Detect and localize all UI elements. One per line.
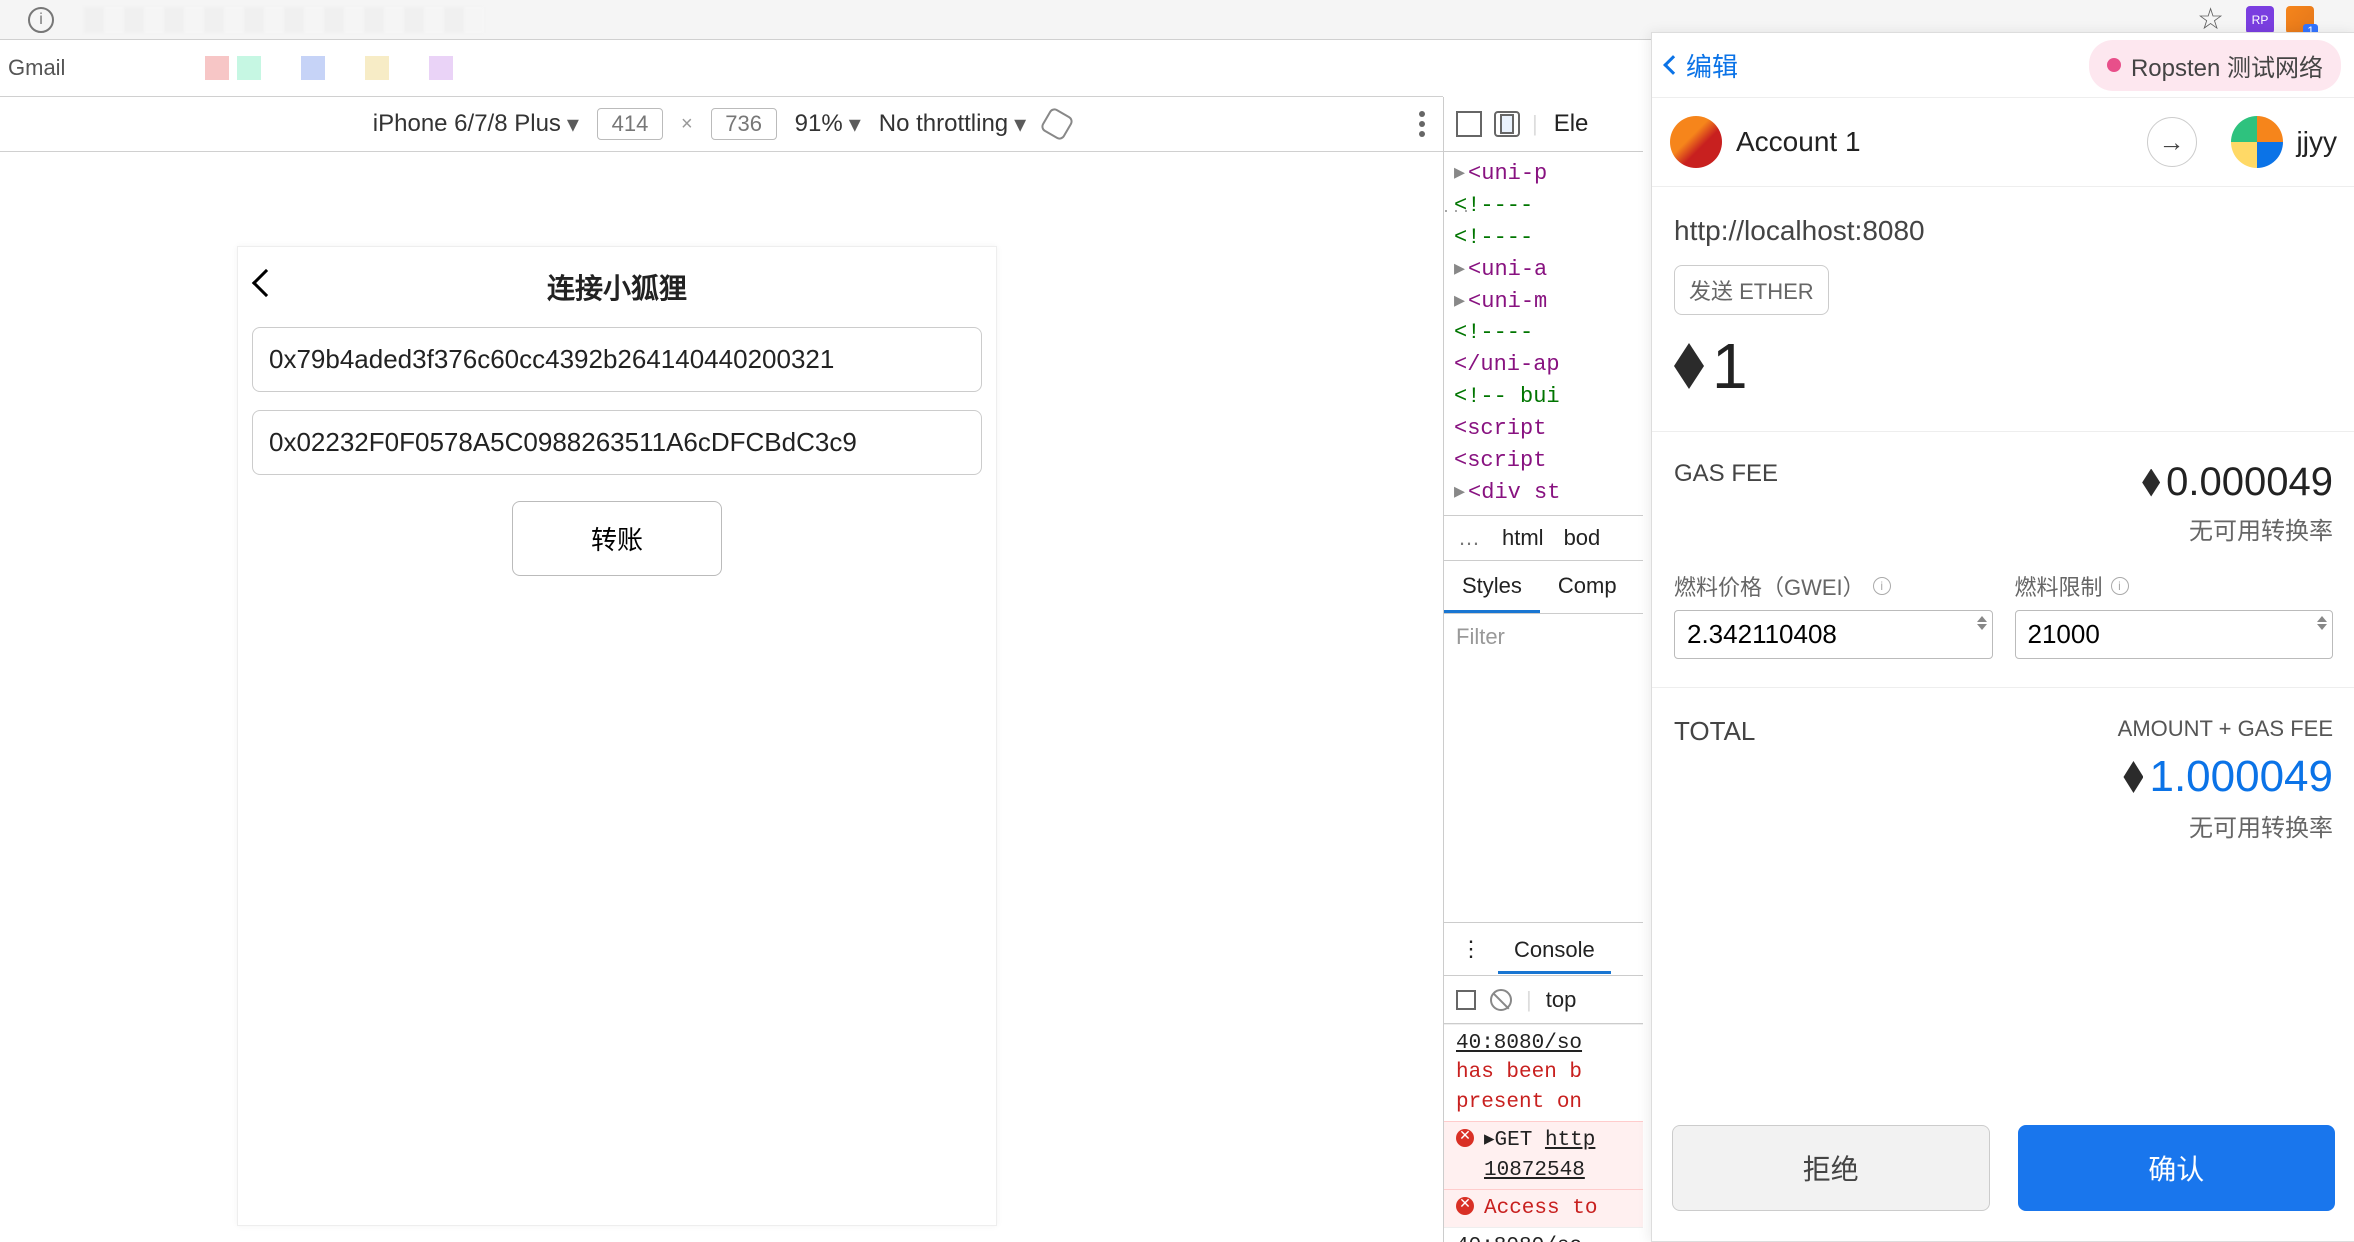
dom-breadcrumb[interactable]: … html bod	[1444, 515, 1643, 561]
gas-limit-input[interactable]	[2015, 610, 2334, 659]
device-toolbar-menu[interactable]	[1419, 111, 1425, 137]
total-label: TOTAL	[1674, 716, 1755, 747]
total-rate: 无可用转换率	[2118, 808, 2333, 843]
info-icon[interactable]: i	[2111, 577, 2129, 595]
mm-header: 编辑 Ropsten 测试网络	[1652, 33, 2354, 97]
reject-button[interactable]: 拒绝	[1672, 1125, 1990, 1211]
tab-console[interactable]: Console	[1498, 925, 1611, 974]
device-toolbar: iPhone 6/7/8 Plus × 91% No throttling	[0, 96, 1443, 152]
confirm-button[interactable]: 确认	[2018, 1125, 2336, 1211]
from-avatar	[1670, 116, 1722, 168]
device-mode-icon[interactable]	[1494, 111, 1520, 137]
rotate-icon[interactable]	[1039, 106, 1075, 142]
dom-tree[interactable]: <uni-p <!---- <!---- <uni-a <uni-m <!---…	[1444, 152, 1643, 515]
tab-computed[interactable]: Comp	[1540, 561, 1635, 613]
gas-fee-label: GAS FEE	[1674, 460, 1778, 488]
console-row: 40:8080/so has been b present on	[1444, 1024, 1643, 1121]
zoom-select[interactable]: 91%	[795, 110, 861, 139]
info-icon[interactable]: i	[1873, 577, 1891, 595]
amount-plus-fee-label: AMOUNT + GAS FEE	[2118, 716, 2333, 742]
gas-price-input[interactable]	[1674, 610, 1993, 659]
styles-tabs: Styles Comp	[1444, 561, 1643, 613]
height-input[interactable]	[711, 108, 777, 140]
page-title: 连接小狐狸	[547, 267, 687, 307]
account-row: Account 1 → jjyy	[1652, 97, 2354, 187]
clear-console-icon[interactable]	[1490, 989, 1512, 1011]
gas-price-stepper[interactable]	[1977, 616, 1987, 630]
eth-icon	[2142, 469, 2160, 497]
to-account-name: jjyy	[2297, 126, 2337, 158]
address-field-2[interactable]: 0x02232F0F0578A5C0988263511A6cDFCBdC3c9	[252, 410, 982, 475]
app-header: 连接小狐狸	[238, 247, 996, 327]
network-pill[interactable]: Ropsten 测试网络	[2089, 40, 2341, 91]
console-row: ✕ Access to	[1444, 1189, 1643, 1227]
throttling-select[interactable]: No throttling	[879, 110, 1026, 139]
total-section: TOTAL AMOUNT + GAS FEE 1.000049 无可用转换率	[1652, 687, 2354, 871]
gas-price-label: 燃料价格（GWEI） i	[1674, 570, 1993, 602]
address-bar-obscured[interactable]	[84, 7, 484, 33]
eth-icon	[1674, 343, 1704, 389]
gas-section: GAS FEE 0.000049 无可用转换率 燃料价格（GWEI） i	[1652, 431, 2354, 687]
info-icon[interactable]: i	[28, 7, 54, 33]
panel-resize-handle[interactable]: ···	[1443, 200, 1465, 221]
app-body: 0x79b4aded3f376c60cc4392b264140440200321…	[238, 327, 996, 576]
chevron-left-icon	[1663, 55, 1683, 75]
device-select[interactable]: iPhone 6/7/8 Plus	[373, 110, 579, 139]
console-menu[interactable]: ⋮	[1444, 936, 1498, 962]
console-play-icon[interactable]	[1456, 990, 1476, 1010]
devtools-top-bar: | Ele	[1444, 97, 1643, 152]
gas-limit-label: 燃料限制 i	[2015, 570, 2334, 602]
console-messages: 40:8080/so has been b present on ✕ ▸GET …	[1444, 1024, 1643, 1242]
send-amount-value: 1	[1712, 329, 1748, 403]
inspect-icon[interactable]	[1456, 111, 1482, 137]
bookmark-gmail[interactable]: Gmail	[8, 55, 65, 81]
preview-stage: 连接小狐狸 0x79b4aded3f376c60cc4392b264140440…	[0, 152, 1443, 1242]
console-row: 40:8080/so	[1444, 1227, 1643, 1242]
send-amount: 1	[1652, 319, 2354, 431]
metamask-popup: 编辑 Ropsten 测试网络 Account 1 → jjyy http://…	[1651, 32, 2354, 1242]
devtools-panel: | Ele <uni-p <!---- <!---- <uni-a <uni-m…	[1443, 97, 1643, 1242]
console-header: ⋮ Console	[1444, 922, 1643, 976]
tab-styles[interactable]: Styles	[1444, 561, 1540, 613]
console-area: ⋮ Console | top 40:8080/so has been b pr…	[1444, 922, 1643, 1242]
gas-fee-rate: 无可用转换率	[2142, 511, 2333, 546]
to-avatar	[2231, 116, 2283, 168]
width-input[interactable]	[597, 108, 663, 140]
phone-frame: 连接小狐狸 0x79b4aded3f376c60cc4392b264140440…	[237, 246, 997, 1226]
edit-button[interactable]: 编辑	[1666, 47, 1738, 84]
tab-elements[interactable]: Ele	[1550, 110, 1593, 138]
extension-rp-icon[interactable]: RP	[2246, 6, 2274, 34]
styles-filter[interactable]: Filter	[1444, 613, 1643, 660]
mm-button-row: 拒绝 确认	[1652, 1101, 2354, 1241]
back-icon[interactable]	[252, 269, 280, 297]
bookmark-items-obscured	[205, 56, 453, 80]
console-row: ✕ ▸GET http 10872548	[1444, 1121, 1643, 1189]
address-field-1[interactable]: 0x79b4aded3f376c60cc4392b264140440200321	[252, 327, 982, 392]
origin-url: http://localhost:8080	[1674, 215, 2333, 247]
dimensions-x-label: ×	[681, 113, 693, 136]
console-toolbar: | top	[1444, 976, 1643, 1024]
from-account-name: Account 1	[1736, 126, 1861, 158]
gas-fee-value: 0.000049	[2142, 460, 2333, 505]
send-ether-badge: 发送 ETHER	[1674, 265, 1829, 315]
extension-metamask-icon[interactable]: 1	[2286, 6, 2314, 34]
direction-arrow-icon: →	[2147, 117, 2197, 167]
transfer-button[interactable]: 转账	[512, 501, 722, 576]
gas-limit-stepper[interactable]	[2317, 616, 2327, 630]
eth-icon	[2123, 761, 2143, 793]
total-value: 1.000049	[2118, 752, 2333, 802]
origin-section: http://localhost:8080 发送 ETHER	[1652, 187, 2354, 319]
console-scope[interactable]: top	[1546, 987, 1577, 1013]
network-status-dot	[2107, 58, 2121, 72]
